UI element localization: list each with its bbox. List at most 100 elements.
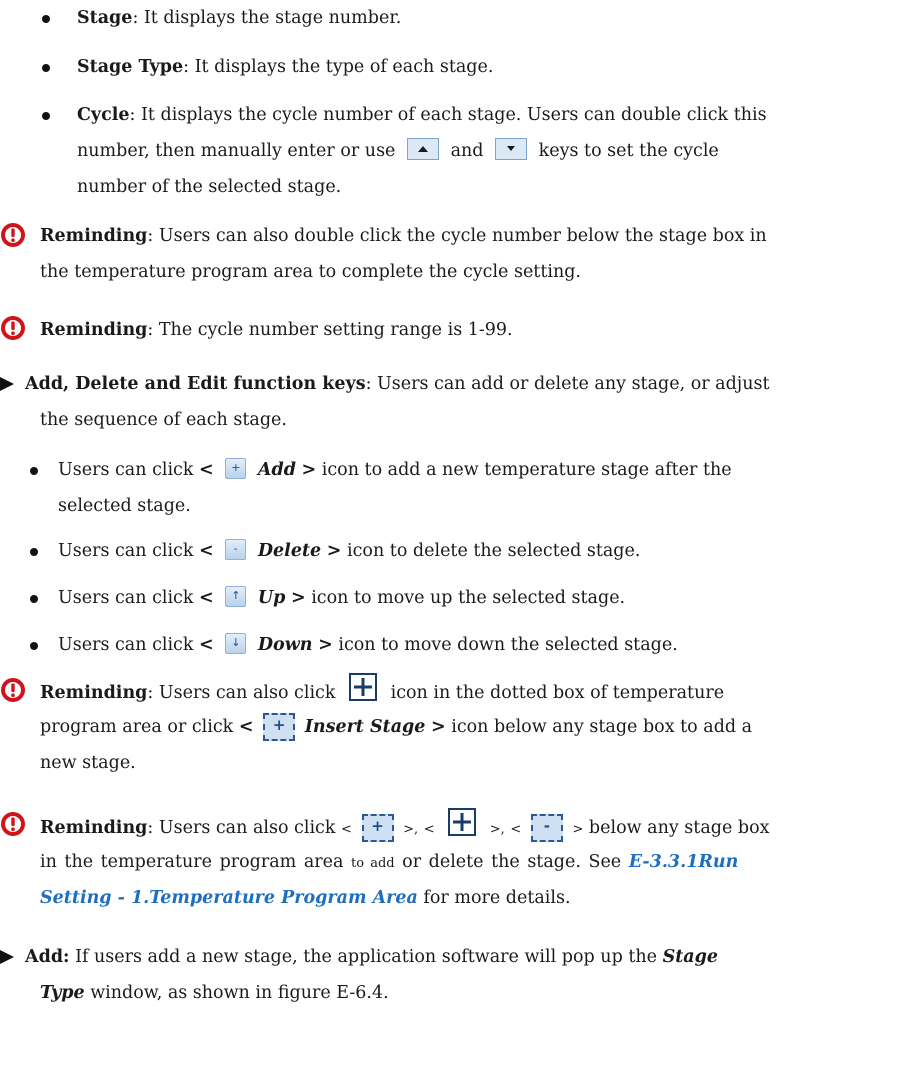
reminding-3-text-1a: : Users can also click [147, 683, 336, 703]
reminding-4-line3: Setting - 1.Temperature Program Area for… [40, 880, 571, 916]
stage-type-desc: : It displays the type of each stage. [183, 57, 494, 77]
reminding-3-text-1b: icon in the dotted box of temperature [390, 683, 725, 703]
bullet-dot [30, 595, 38, 603]
cycle-item-line2: number, then manually enter or use and k… [77, 133, 719, 169]
reminding-2: Reminding: The cycle number setting rang… [40, 312, 513, 348]
add-item-line2: selected stage. [58, 488, 191, 524]
bullet-dot [30, 548, 38, 556]
section-function-keys-text-2: the sequence of each stage. [40, 410, 287, 430]
reminding-3-text-2a: program area or click [40, 717, 234, 737]
reminding-1-line2: the temperature program area to complete… [40, 254, 581, 290]
gt: > [290, 588, 306, 608]
cycle-item-line1: Cycle: It displays the cycle number of e… [77, 97, 767, 133]
exclamation-circle-icon [1, 316, 25, 340]
stage-desc: : It displays the stage number. [132, 8, 402, 28]
plus-box-icon[interactable] [349, 673, 378, 701]
delete-label: Delete [257, 541, 322, 561]
reminding-label: Reminding [40, 818, 148, 838]
section-add-line1: Add: If users add a new stage, the appli… [25, 939, 718, 975]
reminding-4-text-2small: to add [351, 856, 395, 871]
gt: > [301, 460, 317, 480]
cycle-desc-3: number of the selected stage. [77, 177, 342, 197]
section-add-text-1: If users add a new stage, the applicatio… [69, 947, 657, 967]
exclamation-circle-icon [1, 812, 25, 836]
add-item-line1: Users can click < + Add > icon to add a … [58, 452, 732, 488]
section-function-keys-line2: the sequence of each stage. [40, 402, 287, 438]
stage-type-em: Type [40, 983, 85, 1003]
reminding-4-line2: in the temperature program area to add o… [40, 844, 738, 882]
reminding-4-text-2b: or delete the stage. See [402, 852, 622, 872]
cycle-desc-2c: keys to set the cycle [538, 141, 719, 161]
add-icon[interactable]: + [225, 458, 247, 479]
gt: >, [489, 822, 505, 837]
lt: < [341, 822, 352, 837]
reminding-3-line1: Reminding: Users can also click icon in … [40, 673, 724, 711]
bullet-dot [42, 15, 50, 23]
bullet-dot [30, 467, 38, 475]
reminding-3-line2: program area or click < + Insert Stage >… [40, 709, 752, 747]
run-setting-link[interactable]: E-3.3.1Run [629, 852, 739, 872]
add-item-pre: Users can click [58, 460, 194, 480]
reminding-1-text-2: the temperature program area to complete… [40, 262, 581, 282]
reminding-1-text-1: : Users can also double click the cycle … [147, 226, 767, 246]
section-add-line2: Type window, as shown in figure E-6.4. [40, 975, 389, 1011]
lt: < [199, 635, 214, 655]
reminding-4-text-2a: in the temperature program area [40, 852, 344, 872]
down-item-post: icon to move down the selected stage. [338, 635, 678, 655]
reminding-4-line1: Reminding: Users can also click < + >, <… [40, 808, 770, 848]
up-label: Up [257, 588, 286, 608]
bullet-dot [30, 642, 38, 650]
section-add-title: Add: [25, 947, 70, 967]
insert-stage-label: Insert Stage [304, 717, 426, 737]
reminding-3-line3: new stage. [40, 745, 136, 781]
stage-type-item: Stage Type: It displays the type of each… [77, 49, 493, 85]
reminding-4-text-1b: below any stage box [588, 818, 770, 838]
reminding-4-text-3: for more details. [423, 888, 571, 908]
cycle-desc-2b: and [450, 141, 484, 161]
reminding-label: Reminding [40, 226, 148, 246]
term-cycle: Cycle [77, 105, 130, 125]
cycle-item-line3: number of the selected stage. [77, 169, 341, 205]
up-item-post: icon to move up the selected stage. [311, 588, 626, 608]
reminding-3-text-2b: icon below any stage box to add a [451, 717, 753, 737]
gt: >, [403, 822, 419, 837]
triangle-pointer [0, 950, 14, 964]
cycle-desc-2a: number, then manually enter or use [77, 141, 396, 161]
stage-type-em: Stage [662, 947, 719, 967]
up-item: Users can click < ↑ Up > icon to move up… [58, 580, 625, 616]
gt: > [318, 635, 333, 655]
cycle-desc-1: : It displays the cycle number of each s… [129, 105, 767, 125]
add-item-cont: selected stage. [58, 496, 191, 516]
up-icon[interactable]: ↑ [225, 586, 247, 607]
bullet-dot [42, 64, 50, 72]
reminding-4-text-1a: : Users can also click [147, 818, 336, 838]
down-icon[interactable]: ↓ [225, 633, 247, 654]
delete-item-pre: Users can click [58, 541, 194, 561]
plus-box-icon[interactable] [448, 808, 477, 836]
section-function-keys-text-1: : Users can add or delete any stage, or … [365, 374, 770, 394]
lt: < [510, 822, 522, 837]
up-item-pre: Users can click [58, 588, 194, 608]
lt: < [199, 588, 214, 608]
gt: > [572, 822, 584, 837]
section-function-keys-title: Add, Delete and Edit function keys [25, 374, 366, 394]
exclamation-circle-icon [1, 223, 25, 247]
reminding-3-text-3: new stage. [40, 753, 136, 773]
section-add-text-2: window, as shown in figure E-6.4. [84, 983, 389, 1003]
gt: > [431, 717, 446, 737]
reminding-label: Reminding [40, 320, 148, 340]
triangle-pointer [0, 377, 14, 391]
dashed-plus-icon[interactable]: + [263, 713, 296, 741]
dashed-plus-icon[interactable]: + [361, 814, 394, 842]
reminding-label: Reminding [40, 683, 148, 703]
dashed-minus-icon[interactable]: - [530, 814, 563, 842]
delete-icon[interactable]: - [225, 539, 247, 560]
down-label: Down [257, 635, 313, 655]
lt: < [199, 541, 214, 561]
add-item-post: icon to add a new temperature stage afte… [321, 460, 732, 480]
down-item: Users can click < ↓ Down > icon to move … [58, 627, 678, 663]
reminding-2-text: : The cycle number setting range is 1-99… [147, 320, 513, 340]
down-item-pre: Users can click [58, 635, 194, 655]
delete-item: Users can click < - Delete > icon to del… [58, 533, 640, 569]
temperature-program-area-link[interactable]: Setting - 1.Temperature Program Area [40, 888, 418, 908]
